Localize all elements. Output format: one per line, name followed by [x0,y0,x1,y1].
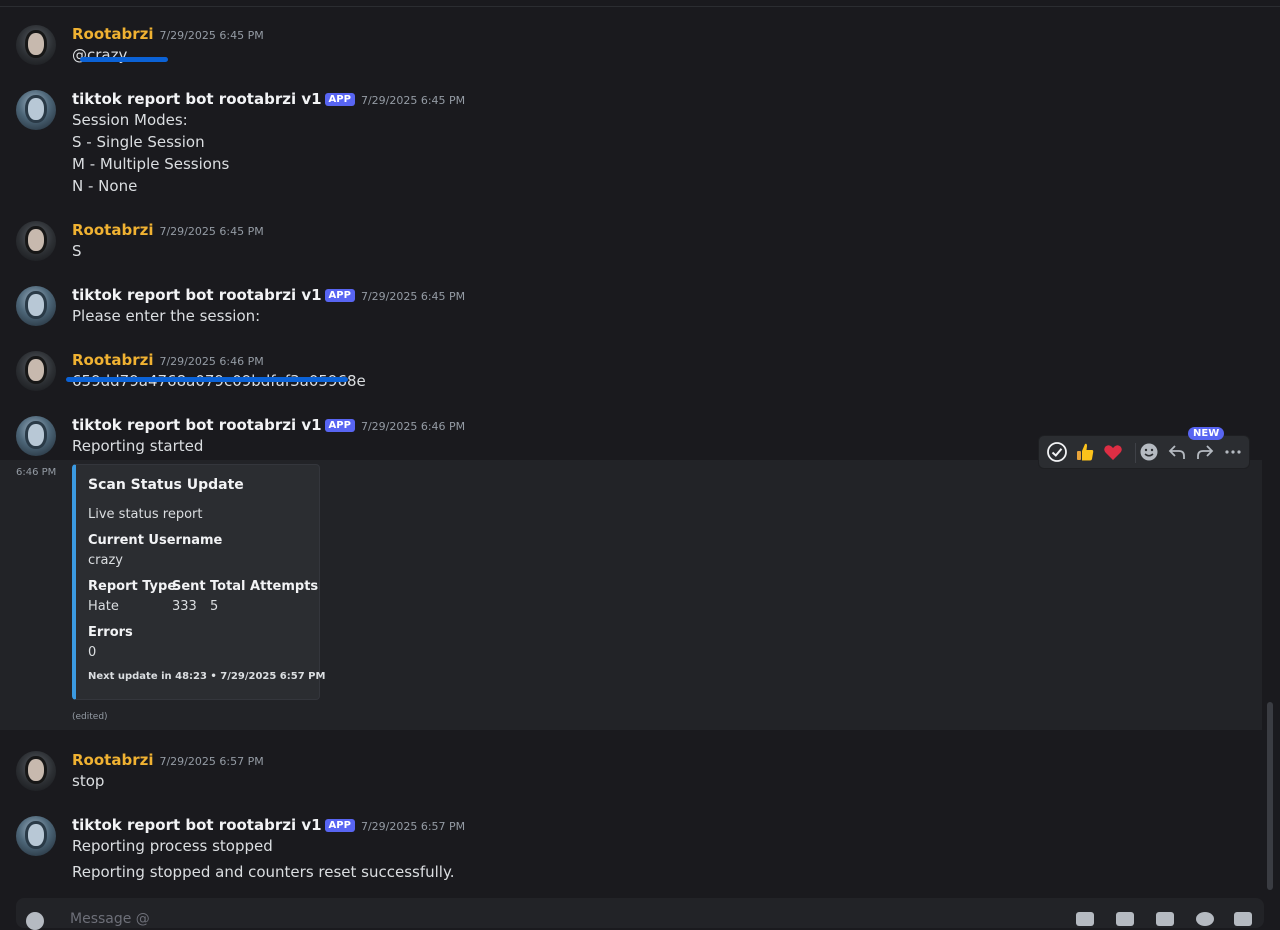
avatar[interactable] [16,416,56,456]
toolbar-divider [1135,443,1136,463]
avatar[interactable] [16,90,56,130]
username[interactable]: Rootabrzi [72,25,153,43]
reply-icon[interactable] [1165,441,1189,465]
hover-timestamp: 6:46 PM [16,467,57,478]
gift-icon[interactable] [1076,912,1094,926]
embed-title: Scan Status Update [88,477,244,493]
embed-field-label: Total Attempts [210,579,319,594]
check-reaction-icon[interactable] [1045,441,1069,465]
gif-icon[interactable] [1116,912,1134,926]
timestamp: 7/29/2025 6:57 PM [360,820,466,833]
add-attachment-icon[interactable] [26,912,44,930]
message-text: S [72,242,82,260]
username[interactable]: tiktok report bot rootabrzi v1 [72,416,322,434]
more-icon[interactable] [1221,441,1245,465]
message-text: Please enter the session: [72,307,261,325]
forward-icon[interactable] [1193,441,1217,465]
app-badge: APP [324,93,355,106]
thumbs-up-reaction-icon[interactable] [1073,441,1097,465]
username[interactable]: tiktok report bot rootabrzi v1 [72,90,322,108]
message-text: N - None [72,177,138,195]
embed-field-value: 5 [210,599,219,614]
scrollbar-thumb[interactable] [1267,702,1273,890]
embed-field-label: Current Username [88,533,223,548]
username[interactable]: Rootabrzi [72,751,153,769]
embed-field-label: Errors [88,625,133,640]
timestamp: 7/29/2025 6:46 PM [360,420,466,433]
embed-field-value: 0 [88,645,97,660]
message-text: M - Multiple Sessions [72,155,230,173]
message-text: S - Single Session [72,133,205,151]
avatar[interactable] [16,751,56,791]
message-text: Reporting process stopped [72,837,273,855]
embed-field-label: Report Type [88,579,177,594]
avatar[interactable] [16,25,56,65]
sticker-icon[interactable] [1156,912,1174,926]
message-actions-toolbar [1038,435,1250,469]
timestamp: 7/29/2025 6:57 PM [159,755,264,768]
avatar[interactable] [16,816,56,856]
redaction-mark [80,57,168,62]
message-text: Reporting started [72,437,204,455]
username[interactable]: tiktok report bot rootabrzi v1 [72,816,322,834]
embed-field-value: 333 [172,599,197,614]
app-badge: APP [324,819,355,832]
embed-field-value: crazy [88,553,123,568]
timestamp: 7/29/2025 6:45 PM [159,29,264,42]
avatar[interactable] [16,221,56,261]
edited-indicator: (edited) [72,712,108,722]
timestamp: 7/29/2025 6:46 PM [159,355,264,368]
message-text: Reporting stopped and counters reset suc… [72,863,455,881]
timestamp: 7/29/2025 6:45 PM [360,290,466,303]
new-badge: NEW [1188,427,1225,440]
username[interactable]: tiktok report bot rootabrzi v1 [72,286,322,304]
avatar[interactable] [16,351,56,391]
status-embed: Scan Status Update Live status report Cu… [72,464,325,700]
avatar[interactable] [16,286,56,326]
embed-field-value: Hate [88,599,119,614]
apps-icon[interactable] [1234,912,1252,926]
username[interactable]: Rootabrzi [72,221,153,239]
timestamp: 7/29/2025 6:45 PM [159,225,264,238]
message-composer [16,898,1264,930]
heart-reaction-icon[interactable] [1101,441,1125,465]
message-input[interactable] [68,910,372,928]
embed-footer: Next update in 48:23 • 7/29/2025 6:57 PM [88,671,326,682]
embed-field-label: Sent [172,579,206,594]
top-divider [0,6,1280,7]
embed-description: Live status report [88,507,203,522]
timestamp: 7/29/2025 6:45 PM [360,94,466,107]
app-badge: APP [324,289,355,302]
message-text: stop [72,772,105,790]
message-text: Session Modes: [72,111,188,129]
app-badge: APP [324,419,355,432]
add-reaction-icon[interactable] [1137,441,1161,465]
redaction-mark [66,377,348,382]
emoji-icon[interactable] [1196,912,1214,926]
username[interactable]: Rootabrzi [72,351,153,369]
